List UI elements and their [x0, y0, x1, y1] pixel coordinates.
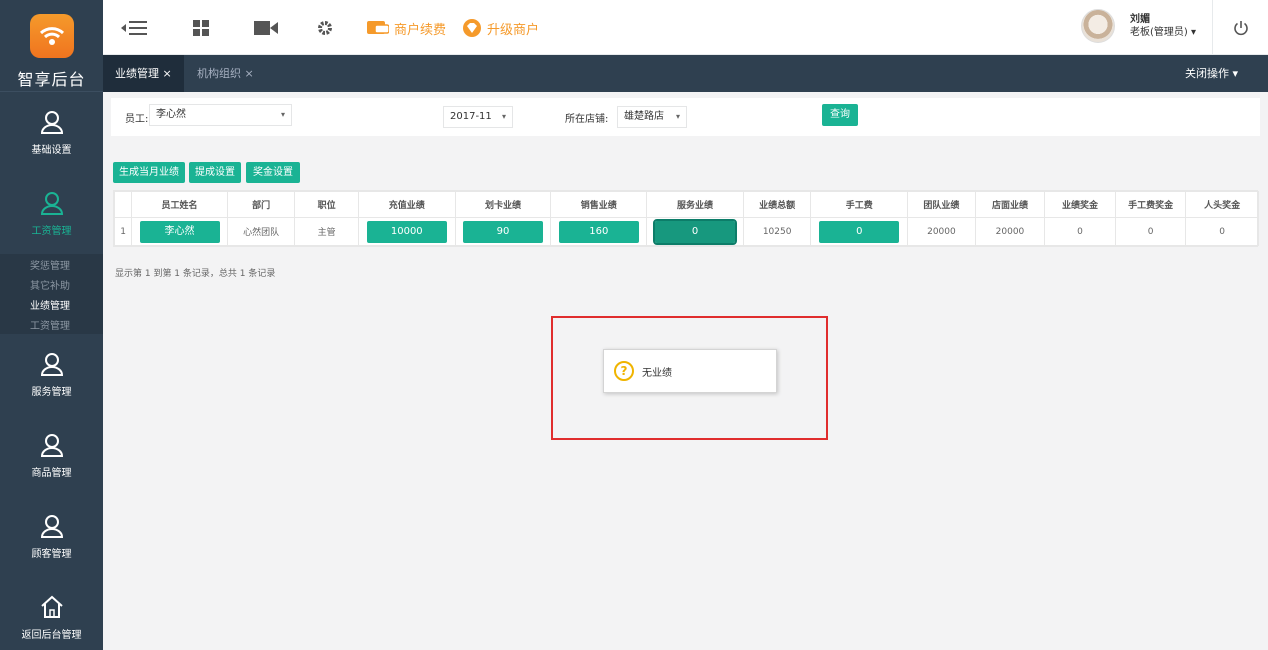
table-header[interactable]: 充值业绩 [357, 191, 456, 218]
table-header-row: 员工姓名 部门 职位 充值业绩 划卡业绩 销售业绩 服务业绩 业绩总额 手工费 … [113, 191, 1259, 218]
sidebar-item-customers[interactable]: 顾客管理 [0, 496, 103, 577]
wifi-logo-icon [29, 14, 74, 58]
logo-text: 智享后台 [17, 70, 86, 89]
table-header [113, 191, 133, 218]
performance-table: 员工姓名 部门 职位 充值业绩 划卡业绩 销售业绩 服务业绩 业绩总额 手工费 … [113, 190, 1259, 247]
power-icon [1233, 20, 1248, 35]
card-icon [367, 21, 389, 34]
recharge-performance-button[interactable]: 10000 [366, 220, 447, 243]
card-performance-button[interactable]: 90 [463, 220, 544, 243]
sidebar-item-label: 商品管理 [31, 468, 72, 479]
submenu-item-allowance[interactable]: 其它补助 [30, 280, 103, 300]
sidebar-item-basic-settings[interactable]: 基础设置 [0, 92, 103, 173]
user-icon [40, 192, 63, 215]
employee-label: 员工: [125, 114, 149, 125]
diamond-icon [463, 19, 481, 37]
sidebar-item-label: 返回后台管理 [21, 630, 82, 641]
position-cell: 主管 [294, 217, 359, 246]
store-select[interactable]: 雄楚路店 ▾ [617, 106, 687, 128]
sidebar-item-back-admin[interactable]: 返回后台管理 [0, 577, 103, 650]
user-name: 刘媚 [1130, 14, 1150, 25]
submenu-item-performance[interactable]: 业绩管理 [30, 300, 103, 320]
query-button[interactable]: 查询 [822, 104, 858, 126]
user-icon [40, 434, 63, 457]
table-header[interactable]: 手工费奖金 [1114, 191, 1187, 218]
store-cell: 20000 [974, 217, 1046, 246]
store-label: 所在店铺: [565, 114, 609, 125]
service-performance-button[interactable]: 0 [653, 218, 738, 245]
grid-icon[interactable] [193, 18, 209, 38]
generate-monthly-button[interactable]: 生成当月业绩 [113, 162, 185, 183]
top-bar: 商户续费 升级商户 刘媚 老板(管理员) ▾ [103, 0, 1268, 55]
pagination-summary: 显示第 1 到第 1 条记录，总共 1 条记录 [115, 269, 276, 279]
sidebar-item-label: 顾客管理 [31, 549, 72, 560]
logo: 智享后台 [0, 0, 103, 92]
table-header[interactable]: 团队业绩 [907, 191, 976, 218]
sales-performance-button[interactable]: 160 [558, 220, 639, 243]
total-cell: 10250 [742, 217, 812, 246]
employee-name-button[interactable]: 李心然 [139, 220, 220, 243]
team-cell: 20000 [907, 217, 976, 246]
employee-select[interactable]: 李心然 ▾ [149, 104, 292, 126]
renew-button[interactable]: 商户续费 [367, 18, 446, 38]
handfee-button[interactable]: 0 [819, 220, 900, 243]
upgrade-button[interactable]: 升级商户 [463, 18, 539, 38]
hand-bonus-cell: 0 [1114, 217, 1187, 246]
alert-dialog: ? 无业绩 [603, 349, 777, 393]
dept-cell: 心然团队 [226, 217, 296, 246]
table-header[interactable]: 员工姓名 [131, 191, 228, 218]
tab-organization[interactable]: 机构组织 × [185, 55, 266, 92]
table-header[interactable]: 职位 [294, 191, 359, 218]
gear-icon[interactable] [317, 18, 333, 38]
chevron-down-icon: ▾ [280, 110, 285, 119]
table-header[interactable]: 人头奖金 [1185, 191, 1259, 218]
sidebar: 智享后台 基础设置 工资管理 奖惩管理 其它补助 业绩管理 工资管理 服务管理 … [0, 0, 103, 650]
sidebar-item-salary[interactable]: 工资管理 [0, 173, 103, 254]
question-icon: ? [614, 361, 634, 381]
row-index: 1 [113, 217, 133, 246]
user-role: 老板(管理员) ▾ [1130, 27, 1197, 38]
table-header[interactable]: 业绩奖金 [1044, 191, 1116, 218]
sidebar-item-label: 工资管理 [31, 226, 72, 237]
table-header[interactable]: 划卡业绩 [454, 191, 552, 218]
table-header[interactable]: 服务业绩 [646, 191, 744, 218]
power-button[interactable] [1212, 0, 1268, 55]
user-icon [40, 111, 63, 134]
head-bonus-cell: 0 [1185, 217, 1259, 246]
table-row: 1 李心然 心然团队 主管 10000 90 160 0 10250 0 200… [113, 217, 1259, 246]
table-header[interactable]: 销售业绩 [550, 191, 648, 218]
table-header[interactable]: 业绩总额 [742, 191, 812, 218]
menu-toggle-icon[interactable] [121, 18, 149, 38]
table-header[interactable]: 店面业绩 [974, 191, 1046, 218]
sidebar-item-label: 基础设置 [31, 145, 72, 156]
tab-performance[interactable]: 业绩管理 × [103, 55, 184, 92]
video-icon[interactable] [254, 18, 278, 38]
bonus-settings-button[interactable]: 奖金设置 [246, 162, 300, 183]
home-icon [40, 595, 63, 618]
table-header[interactable]: 手工费 [810, 191, 909, 218]
dialog-message: 无业绩 [642, 367, 672, 379]
sidebar-item-service[interactable]: 服务管理 [0, 334, 103, 415]
user-menu[interactable]: 刘媚 老板(管理员) ▾ [1081, 9, 1196, 43]
sidebar-item-products[interactable]: 商品管理 [0, 415, 103, 496]
sidebar-item-label: 服务管理 [31, 387, 72, 398]
perf-bonus-cell: 0 [1044, 217, 1116, 246]
filter-bar: 员工: 李心然 ▾ 2017-11 ▾ 所在店铺: 雄楚路店 ▾ 查询 [111, 98, 1260, 136]
month-select[interactable]: 2017-11 ▾ [443, 106, 513, 128]
chevron-down-icon: ▾ [501, 112, 506, 121]
tab-bar: 业绩管理 × 机构组织 × 关闭操作 ▾ [103, 55, 1268, 92]
table-header[interactable]: 部门 [226, 191, 296, 218]
submenu-item-rewards[interactable]: 奖惩管理 [30, 260, 103, 280]
user-icon [40, 353, 63, 376]
chevron-down-icon: ▾ [675, 112, 680, 121]
salary-submenu: 奖惩管理 其它补助 业绩管理 工资管理 [0, 254, 103, 334]
commission-settings-button[interactable]: 提成设置 [189, 162, 241, 183]
close-operations-menu[interactable]: 关闭操作 ▾ [1185, 55, 1238, 92]
main-content: 员工: 李心然 ▾ 2017-11 ▾ 所在店铺: 雄楚路店 ▾ 查询 生成当月业绩 … [103, 92, 1268, 650]
avatar [1081, 9, 1115, 43]
user-icon [40, 515, 63, 538]
